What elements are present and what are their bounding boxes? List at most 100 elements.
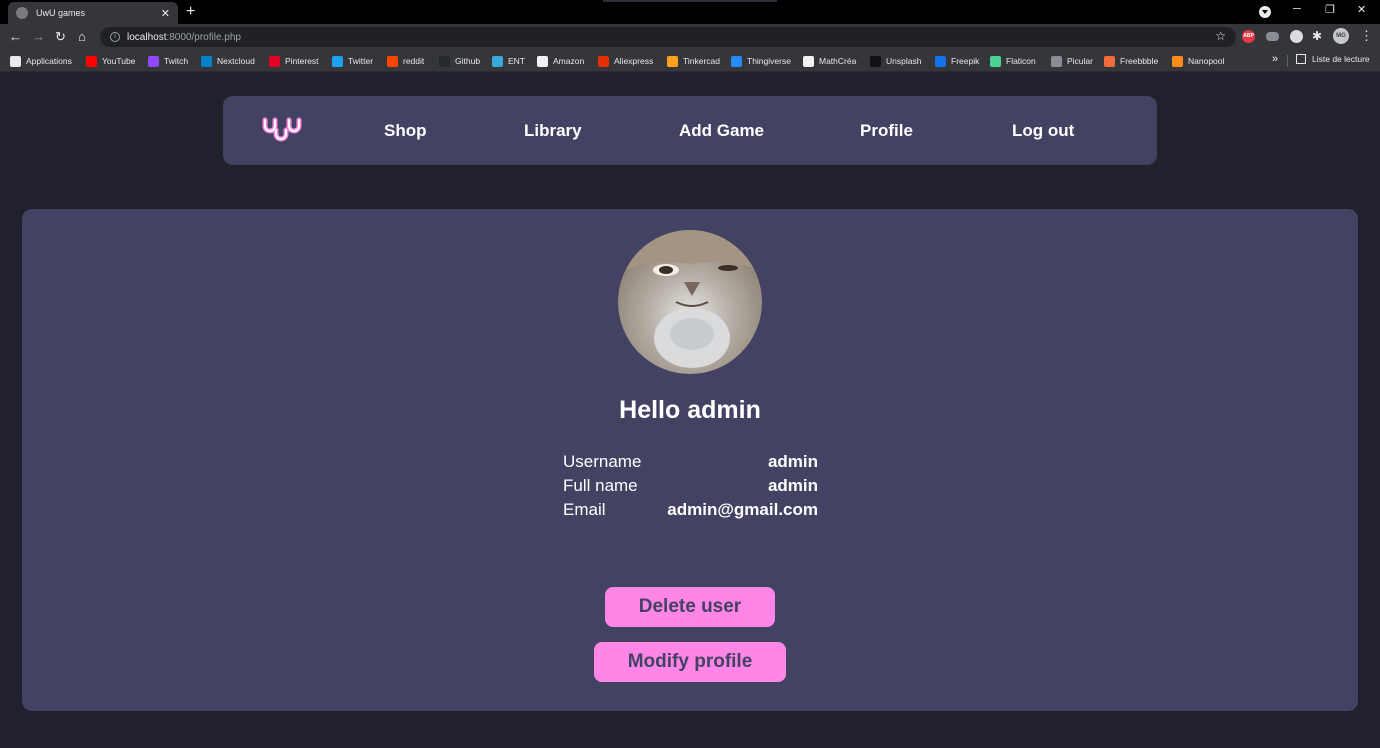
bookmark-label: Thingiverse xyxy=(747,56,791,66)
bookmark-favicon-icon xyxy=(439,55,450,67)
more-bookmarks-icon[interactable]: » xyxy=(1272,53,1278,65)
bookmark-twitch[interactable]: Twitch xyxy=(148,54,188,68)
tab-strip-indicator xyxy=(603,0,777,2)
bookmark-favicon-icon xyxy=(492,55,503,67)
reading-list-icon xyxy=(1296,54,1306,64)
bookmark-label: Nextcloud xyxy=(217,56,255,66)
bookmark-unsplash[interactable]: Unsplash xyxy=(870,54,921,68)
forward-icon[interactable]: → xyxy=(32,28,45,46)
bookmark-twitter[interactable]: Twitter xyxy=(332,54,373,68)
bookmark-pinterest[interactable]: Pinterest xyxy=(269,54,319,68)
bookmark-label: Twitter xyxy=(348,56,374,66)
bookmark-favicon-icon xyxy=(870,55,881,67)
bookmark-label: Unsplash xyxy=(886,56,922,66)
extensions-puzzle-icon[interactable]: ✱ xyxy=(1312,29,1322,43)
browser-toolbar: ← → ↻ ⌂ i localhost :8000/profile.php ☆ … xyxy=(0,24,1380,50)
modify-profile-button[interactable]: Modify profile xyxy=(594,642,786,682)
bookmark-flaticon[interactable]: Flaticon xyxy=(990,54,1036,68)
bookmark-github[interactable]: Github xyxy=(439,54,480,68)
bookmark-favicon-icon xyxy=(935,55,946,67)
bookmark-favicon-icon xyxy=(667,55,678,67)
email-value: admin@gmail.com xyxy=(667,500,818,519)
bookmark-label: Github xyxy=(455,56,481,66)
back-icon[interactable]: ← xyxy=(9,28,22,46)
bookmark-ent[interactable]: ENT xyxy=(492,54,525,68)
bookmark-favicon-icon xyxy=(201,55,212,67)
info-icon[interactable]: i xyxy=(110,32,120,42)
bookmark-favicon-icon xyxy=(1051,55,1062,67)
uwu-logo[interactable] xyxy=(262,117,302,145)
bookmark-favicon-icon xyxy=(1172,55,1183,67)
adblock-icon[interactable]: ABP xyxy=(1242,30,1255,43)
bookmark-label: Aliexpress xyxy=(614,56,654,66)
delete-user-button[interactable]: Delete user xyxy=(605,587,775,627)
nav-profile[interactable]: Profile xyxy=(860,121,913,141)
bookmark-label: Pinterest xyxy=(285,56,319,66)
page-body: Shop Library Add Game Profile Log out He… xyxy=(0,72,1380,748)
minimize-icon[interactable]: ─ xyxy=(1293,3,1301,15)
bookmark-freebbble[interactable]: Freebbble xyxy=(1104,54,1158,68)
bookmark-mathcr-a[interactable]: MathCréa xyxy=(803,54,856,68)
bookmark-favicon-icon xyxy=(86,55,97,67)
browser-tab[interactable]: UwU games ✕ xyxy=(8,2,178,24)
nav-log-out[interactable]: Log out xyxy=(1012,121,1074,141)
tab-title: UwU games xyxy=(36,8,86,18)
tab-search-icon[interactable] xyxy=(1259,6,1271,18)
bookmark-youtube[interactable]: YouTube xyxy=(86,54,135,68)
bookmark-applications[interactable]: Applications xyxy=(10,54,72,68)
bookmark-favicon-icon xyxy=(990,55,1001,67)
bookmark-label: Freebbble xyxy=(1120,56,1159,66)
bookmark-reddit[interactable]: reddit xyxy=(387,54,424,68)
bookmark-nanopool[interactable]: Nanopool xyxy=(1172,54,1224,68)
bookmark-label: Picular xyxy=(1067,56,1093,66)
bookmark-tinkercad[interactable]: Tinkercad xyxy=(667,54,720,68)
extension-eye-icon[interactable] xyxy=(1266,32,1279,41)
bookmark-favicon-icon xyxy=(148,55,159,67)
bookmark-favicon-icon xyxy=(332,55,343,67)
restore-icon[interactable]: ❐ xyxy=(1325,3,1335,16)
profile-avatar-icon[interactable]: MG xyxy=(1333,28,1349,44)
info-row-email: Email admin@gmail.com xyxy=(563,500,818,524)
bookmark-picular[interactable]: Picular xyxy=(1051,54,1093,68)
bookmark-amazon[interactable]: Amazon xyxy=(537,54,584,68)
nav-library[interactable]: Library xyxy=(524,121,582,141)
bookmark-favicon-icon xyxy=(537,55,548,67)
bookmark-label: Freepik xyxy=(951,56,980,66)
email-label: Email xyxy=(563,500,606,519)
close-tab-icon[interactable]: ✕ xyxy=(161,7,170,20)
bookmark-label: Twitch xyxy=(164,56,189,66)
bookmark-favicon-icon xyxy=(803,55,814,67)
new-tab-button[interactable]: + xyxy=(186,2,195,22)
bookmark-favicon-icon xyxy=(387,55,398,67)
globe-icon xyxy=(16,7,28,19)
bookmark-freepik[interactable]: Freepik xyxy=(935,54,979,68)
bookmark-nextcloud[interactable]: Nextcloud xyxy=(201,54,255,68)
bookmark-thingiverse[interactable]: Thingiverse xyxy=(731,54,791,68)
tab-bar: UwU games ✕ + ─ ❐ ✕ xyxy=(0,0,1380,24)
bookmark-favicon-icon xyxy=(269,55,280,67)
bookmark-label: MathCréa xyxy=(819,56,857,66)
nav-shop[interactable]: Shop xyxy=(384,121,427,141)
address-bar[interactable]: i localhost :8000/profile.php ☆ xyxy=(100,27,1236,47)
bookmark-star-icon[interactable]: ☆ xyxy=(1215,29,1226,43)
browser-menu-icon[interactable]: ⋮ xyxy=(1360,28,1373,44)
reading-list-label: Liste de lecture xyxy=(1312,54,1370,64)
nav-add-game[interactable]: Add Game xyxy=(679,121,764,141)
full-name-label: Full name xyxy=(563,476,638,495)
bookmark-label: YouTube xyxy=(102,56,136,66)
reload-icon[interactable]: ↻ xyxy=(55,28,66,46)
bookmark-label: Nanopool xyxy=(1188,56,1225,66)
close-window-icon[interactable]: ✕ xyxy=(1357,3,1366,16)
bookmark-favicon-icon xyxy=(731,55,742,67)
bookmark-favicon-icon xyxy=(10,55,21,67)
greeting-title: Hello admin xyxy=(619,396,761,424)
bookmark-label: Amazon xyxy=(553,56,585,66)
extension-ghost-icon[interactable] xyxy=(1290,30,1303,43)
home-icon[interactable]: ⌂ xyxy=(78,28,86,46)
reading-list-button[interactable]: Liste de lecture xyxy=(1296,54,1370,64)
username-label: Username xyxy=(563,452,642,471)
bookmarks-divider xyxy=(1287,55,1288,67)
username-value: admin xyxy=(767,452,818,471)
bookmark-aliexpress[interactable]: Aliexpress xyxy=(598,54,653,68)
bookmark-label: reddit xyxy=(403,56,425,66)
